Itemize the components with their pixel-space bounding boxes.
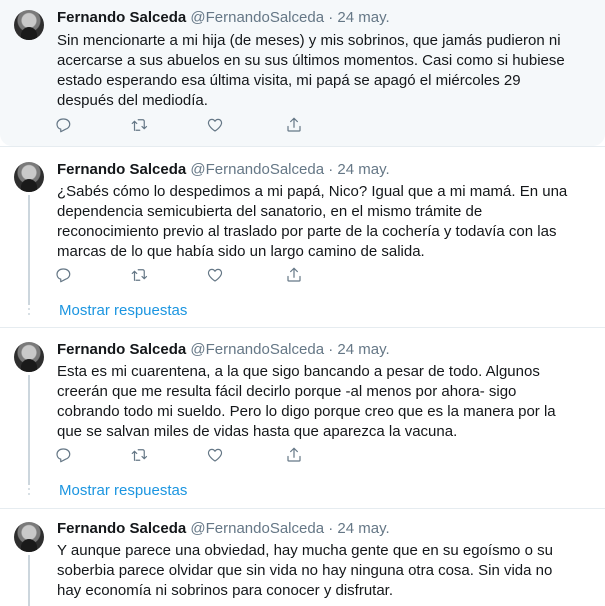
tweet-text-line: cobrando todo mi sueldo. Pero lo digo po…	[57, 403, 556, 420]
avatar[interactable]	[14, 10, 44, 40]
thread-line	[28, 555, 30, 606]
show-replies-link[interactable]: Mostrar respuestas	[59, 301, 187, 321]
tweet-text-line: Esta es mi cuarentena, a la que sigo ban…	[57, 363, 540, 380]
tweet-text-line: soberbia parece olvidar que sin vida no …	[57, 562, 553, 579]
reply-icon[interactable]	[54, 266, 74, 286]
tweet-text-line: después del mediodía.	[57, 92, 208, 109]
thread-line	[28, 195, 30, 305]
tweet-date[interactable]: 24 may.	[337, 9, 389, 26]
retweet-icon[interactable]	[130, 116, 150, 136]
thread-dots	[26, 483, 32, 498]
tweet-header: Fernando Salceda @FernandoSalceda · 24 m…	[57, 519, 390, 539]
tweet-text-line: Sin mencionarte a mi hija (de meses) y m…	[57, 32, 561, 49]
heart-icon[interactable]	[206, 116, 226, 136]
share-icon[interactable]	[285, 446, 305, 466]
author-name[interactable]: Fernando Salceda	[57, 520, 186, 537]
tweet-text: Sin mencionarte a mi hija (de meses) y m…	[57, 31, 597, 111]
author-handle[interactable]: @FernandoSalceda	[190, 520, 324, 537]
author-name[interactable]: Fernando Salceda	[57, 9, 186, 26]
tweet-header: Fernando Salceda @FernandoSalceda · 24 m…	[57, 160, 390, 180]
tweet-header: Fernando Salceda @FernandoSalceda · 24 m…	[57, 8, 390, 28]
tweet-actions	[54, 446, 317, 466]
tweet-1[interactable]: Fernando Salceda @FernandoSalceda · 24 m…	[0, 0, 605, 146]
tweet-date[interactable]: 24 may.	[337, 520, 389, 537]
separator-dot: ·	[328, 9, 334, 26]
tweet-date[interactable]: 24 may.	[337, 161, 389, 178]
thread-line	[28, 375, 30, 485]
separator-dot: ·	[328, 161, 334, 178]
tweet-text-line: que se salvan miles de vidas hasta que a…	[57, 423, 458, 440]
tweet-text-line: estado esperando esa última visita, mi p…	[57, 72, 521, 89]
tweet-text: ¿Sabés cómo lo despedimos a mi papá, Nic…	[57, 182, 597, 262]
tweet-4[interactable]: Fernando Salceda @FernandoSalceda · 24 m…	[0, 509, 605, 606]
reply-icon[interactable]	[54, 116, 74, 136]
author-handle[interactable]: @FernandoSalceda	[190, 161, 324, 178]
retweet-icon[interactable]	[130, 446, 150, 466]
retweet-icon[interactable]	[130, 266, 150, 286]
tweet-text-line: hay economía ni sobrinos para conocer y …	[57, 582, 394, 599]
avatar[interactable]	[14, 522, 44, 552]
author-handle[interactable]: @FernandoSalceda	[190, 9, 324, 26]
thread-dots	[26, 303, 32, 318]
tweet-text-line: acercarse a sus abuelos en su sus último…	[57, 52, 565, 69]
tweet-text-line: marcas de lo que había sido un largo cam…	[57, 243, 425, 260]
author-handle[interactable]: @FernandoSalceda	[190, 341, 324, 358]
tweet-text: Y aunque parece una obviedad, hay mucha …	[57, 541, 597, 601]
separator-dot: ·	[328, 341, 334, 358]
tweet-text-line: creerán que me resulta fácil decirlo por…	[57, 383, 517, 400]
tweet-2[interactable]: Fernando Salceda @FernandoSalceda · 24 m…	[0, 147, 605, 327]
avatar[interactable]	[14, 342, 44, 372]
tweet-text-line: Y aunque parece una obviedad, hay mucha …	[57, 542, 553, 559]
tweet-text: Esta es mi cuarentena, a la que sigo ban…	[57, 362, 597, 442]
reply-icon[interactable]	[54, 446, 74, 466]
separator-dot: ·	[328, 520, 334, 537]
tweet-text-line: reconocimiento previo al traslado por pa…	[57, 223, 557, 240]
tweet-text-line: ¿Sabés cómo lo despedimos a mi papá, Nic…	[57, 183, 568, 200]
share-icon[interactable]	[285, 116, 305, 136]
avatar[interactable]	[14, 162, 44, 192]
author-name[interactable]: Fernando Salceda	[57, 341, 186, 358]
tweet-actions	[54, 116, 317, 136]
show-replies-link[interactable]: Mostrar respuestas	[59, 481, 187, 501]
tweet-3[interactable]: Fernando Salceda @FernandoSalceda · 24 m…	[0, 328, 605, 508]
heart-icon[interactable]	[206, 266, 226, 286]
tweet-text-line: dependencia semicubierta del sanatorio, …	[57, 203, 483, 220]
author-name[interactable]: Fernando Salceda	[57, 161, 186, 178]
tweet-date[interactable]: 24 may.	[337, 341, 389, 358]
tweet-actions	[54, 266, 317, 286]
share-icon[interactable]	[285, 266, 305, 286]
tweet-header: Fernando Salceda @FernandoSalceda · 24 m…	[57, 340, 390, 360]
heart-icon[interactable]	[206, 446, 226, 466]
